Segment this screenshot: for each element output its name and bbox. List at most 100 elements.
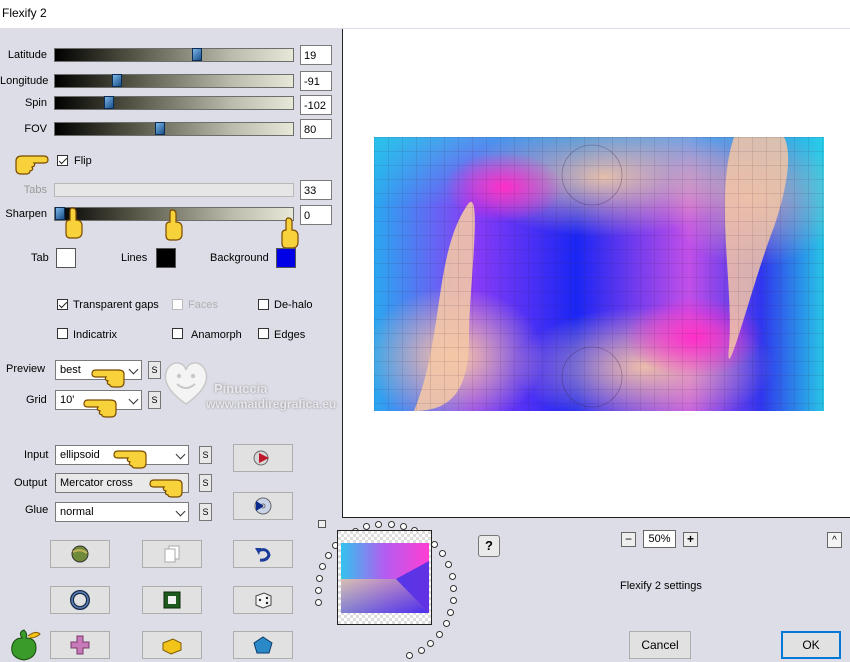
spin-input[interactable]: -102 (300, 95, 332, 115)
cross-button[interactable] (50, 631, 110, 659)
copy-button[interactable] (142, 540, 202, 568)
glue-label: Glue (25, 504, 49, 516)
navigator-dot[interactable] (417, 646, 425, 654)
dehalo-checkbox[interactable] (258, 299, 269, 310)
random-button[interactable] (233, 586, 293, 614)
flip-label: Flip (74, 155, 92, 167)
anamorph-checkbox[interactable] (172, 328, 183, 339)
disc-play-icon (254, 497, 272, 515)
pointing-hand-icon (65, 207, 83, 239)
grid-select-value: 10' (60, 394, 75, 406)
navigator-dot[interactable] (442, 620, 450, 628)
navigator-dot[interactable] (435, 630, 443, 638)
spin-thumb[interactable] (104, 96, 114, 109)
pointing-hand-icon (91, 369, 125, 388)
transparent-gaps-checkbox[interactable] (57, 299, 68, 310)
indicatrix-label: Indicatrix (73, 329, 118, 341)
copy-icon (164, 545, 180, 563)
undo-button[interactable] (233, 540, 293, 568)
output-select-value: Mercator cross (60, 477, 133, 489)
lines-color-swatch[interactable] (156, 248, 176, 268)
glue-s-button[interactable]: S (199, 503, 212, 521)
glue-select-value: normal (60, 506, 94, 518)
background-color-swatch[interactable] (276, 248, 296, 268)
title-bar: Flexify 2 (0, 0, 850, 28)
zoom-out-button[interactable]: − (621, 532, 636, 547)
preview-image (374, 137, 824, 411)
navigator-dot[interactable] (387, 520, 395, 528)
chevron-down-icon (128, 394, 139, 405)
spin-slider[interactable] (54, 96, 294, 110)
longitude-thumb[interactable] (112, 74, 122, 87)
latitude-thumb[interactable] (192, 48, 202, 61)
indicatrix-checkbox[interactable] (57, 328, 68, 339)
grid-label: Grid (26, 394, 47, 406)
chevron-down-icon (175, 506, 186, 517)
flaming-pear-logo (11, 629, 41, 661)
sharpen-input[interactable]: 0 (300, 205, 332, 225)
help-button[interactable]: ? (478, 535, 500, 557)
collapse-button[interactable]: ^ (827, 532, 842, 548)
tabs-slider (54, 183, 294, 197)
cancel-button[interactable]: Cancel (629, 631, 691, 659)
preview-sound-button[interactable] (233, 492, 293, 520)
navigator-toggle[interactable] (318, 520, 326, 528)
navigator-dot[interactable] (314, 586, 322, 594)
edges-checkbox[interactable] (258, 328, 269, 339)
input-s-button[interactable]: S (199, 446, 212, 464)
faces-label: Faces (188, 299, 218, 311)
transparent-gaps-label: Transparent gaps (73, 299, 159, 311)
help-icon: ? (485, 538, 493, 553)
lines-color-label: Lines (121, 252, 148, 264)
glue-select[interactable]: normal (55, 502, 189, 522)
dice-icon (255, 592, 272, 609)
window-title: Flexify 2 (2, 6, 47, 20)
watermark-name: Pinuccia (214, 381, 268, 396)
pointing-hand-icon (15, 155, 49, 175)
dehalo-label: De-halo (274, 299, 313, 311)
preview-canvas[interactable] (342, 29, 850, 518)
fov-thumb[interactable] (155, 122, 165, 135)
open-preset-button[interactable] (50, 540, 110, 568)
tabs-input[interactable]: 33 (300, 180, 332, 200)
latitude-label: Latitude (7, 49, 47, 61)
ring-button[interactable] (50, 586, 110, 614)
cross-icon (70, 635, 90, 655)
navigator-dot[interactable] (444, 561, 452, 569)
longitude-input[interactable]: -91 (300, 71, 332, 91)
input-select-value: ellipsoid (60, 449, 100, 461)
ok-button[interactable]: OK (781, 631, 841, 659)
brick-icon (162, 638, 182, 655)
navigator-thumbnail[interactable] (337, 530, 432, 625)
frame-button[interactable] (142, 586, 202, 614)
latitude-input[interactable]: 19 (300, 45, 332, 65)
polyhedron-button[interactable] (233, 631, 293, 659)
navigator-dot[interactable] (448, 572, 456, 580)
chevron-down-icon (175, 449, 186, 460)
watermark-site: www.maidiregrafica.eu (206, 397, 337, 411)
fov-input[interactable]: 80 (300, 119, 332, 139)
zoom-in-button[interactable]: + (683, 532, 698, 547)
fov-slider[interactable] (54, 122, 294, 136)
spin-label: Spin (24, 97, 47, 109)
latitude-slider[interactable] (54, 48, 294, 62)
polyhedron-icon (253, 636, 273, 654)
play-button[interactable] (233, 444, 293, 472)
play-icon (253, 450, 269, 466)
sharpen-label: Sharpen (5, 208, 47, 220)
ring-icon (70, 590, 90, 610)
tab-color-swatch[interactable] (56, 248, 76, 268)
longitude-slider[interactable] (54, 74, 294, 88)
pointing-hand-icon (281, 217, 299, 249)
navigator-dot[interactable] (315, 574, 323, 582)
output-s-button[interactable]: S (199, 474, 212, 492)
chevron-down-icon (128, 364, 139, 375)
zoom-value[interactable]: 50% (643, 530, 676, 548)
navigator-dot[interactable] (427, 639, 435, 647)
brick-button[interactable] (142, 631, 202, 659)
watermark-heart-logo (164, 362, 208, 405)
tab-color-label: Tab (31, 252, 49, 264)
anamorph-label: Anamorph (191, 329, 242, 341)
navigator-dot[interactable] (399, 522, 407, 530)
flip-checkbox[interactable] (57, 155, 68, 166)
